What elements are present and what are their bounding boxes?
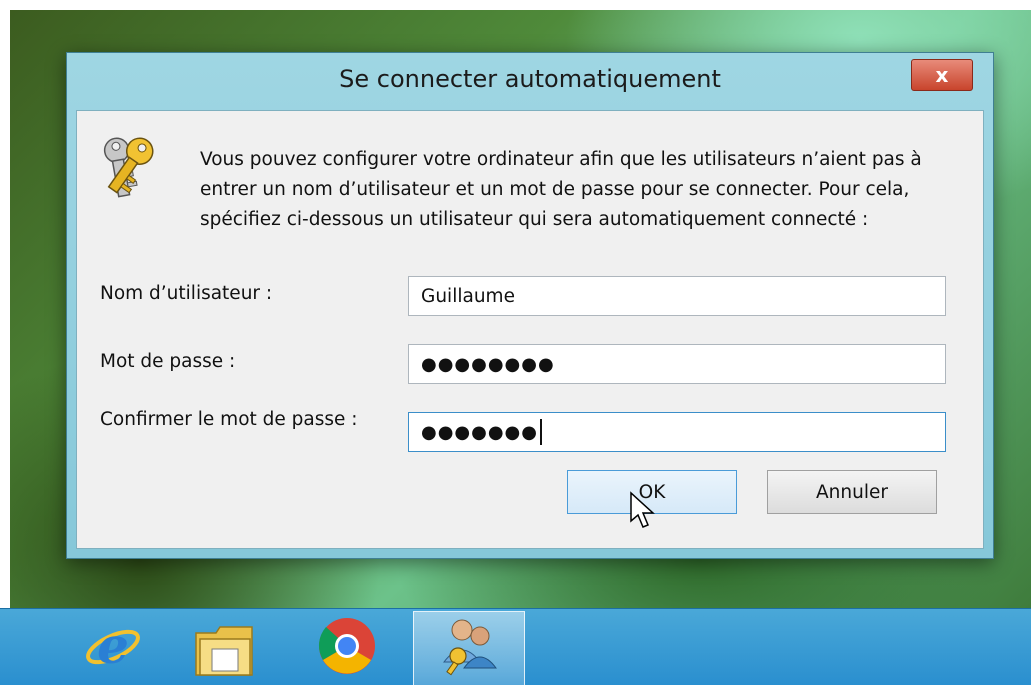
taskbar-item-chrome[interactable] <box>292 615 402 687</box>
screen-border-top <box>0 0 1031 10</box>
file-explorer-icon <box>195 626 253 676</box>
mouse-pointer-icon <box>630 491 655 528</box>
chrome-icon <box>318 618 375 674</box>
password-field[interactable]: ●●●●●●●● <box>408 344 946 384</box>
password-label: Mot de passe : <box>100 351 236 372</box>
svg-text:e: e <box>97 616 129 675</box>
screen-border-left <box>0 0 10 684</box>
taskbar-item-file-explorer[interactable] <box>170 615 280 687</box>
text-caret <box>539 419 542 445</box>
dialog-title: Se connecter automatiquement <box>339 65 721 93</box>
username-label: Nom d’utilisateur : <box>100 283 273 304</box>
user-accounts-icon <box>442 619 497 676</box>
taskbar-item-user-accounts[interactable] <box>413 611 525 691</box>
username-value: Guillaume <box>421 285 515 307</box>
taskbar-item-internet-explorer[interactable]: e <box>58 615 168 687</box>
internet-explorer-icon: e <box>86 616 140 675</box>
password-value: ●●●●●●●● <box>421 353 555 375</box>
confirm-password-field[interactable]: ●●●●●●● <box>408 412 946 452</box>
taskbar: e <box>0 608 1031 691</box>
dialog-titlebar[interactable]: Se connecter automatiquement x <box>67 53 993 109</box>
cancel-button[interactable]: Annuler <box>767 470 937 514</box>
confirm-password-value: ●●●●●●● <box>421 421 538 443</box>
autologon-dialog: Se connecter automatiquement x Vous pouv… <box>66 52 994 559</box>
username-field[interactable]: Guillaume <box>408 276 946 316</box>
close-button[interactable]: x <box>911 59 973 91</box>
close-icon: x <box>935 63 949 87</box>
intro-text: Vous pouvez configurer votre ordinateur … <box>200 149 922 230</box>
keys-icon <box>103 137 154 198</box>
confirm-password-label: Confirmer le mot de passe : <box>100 409 358 430</box>
